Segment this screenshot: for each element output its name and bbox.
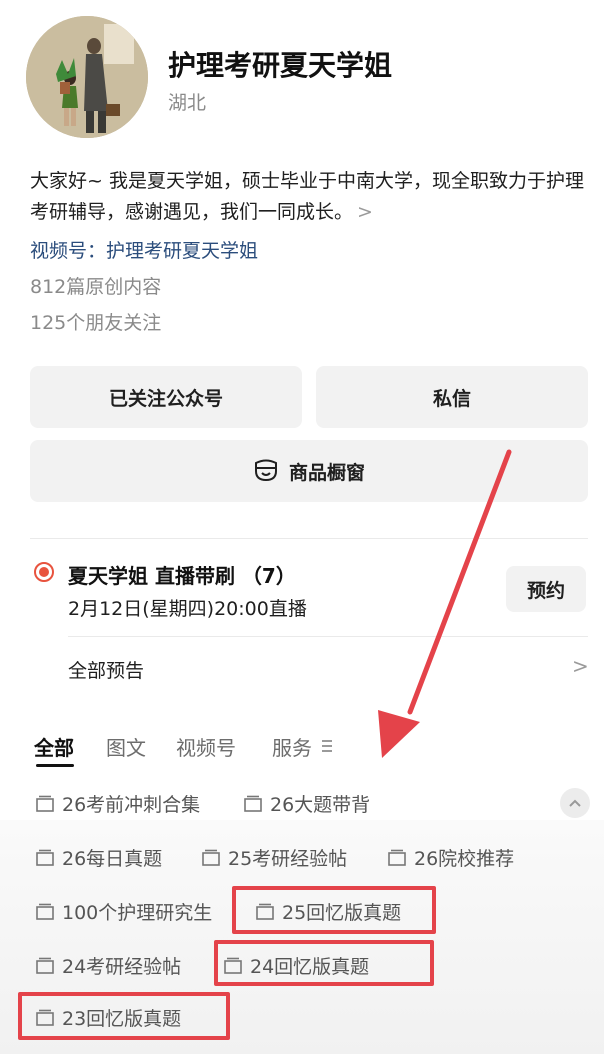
annotation-arrow-icon: [378, 449, 512, 758]
